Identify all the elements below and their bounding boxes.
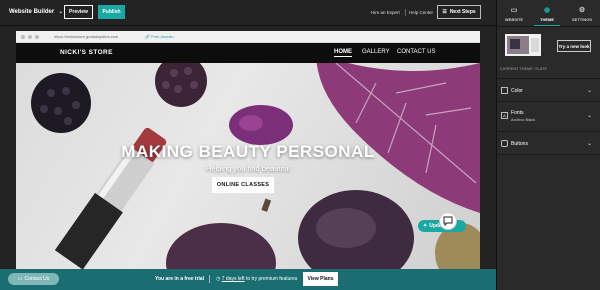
chat-icon (443, 216, 453, 226)
help-center-link[interactable]: Help Center (409, 10, 433, 15)
next-steps-button[interactable]: ☰ Next Steps (437, 5, 481, 19)
buttons-label: Buttons (511, 141, 528, 147)
free-domain-link[interactable]: 🔗 Free domain (145, 34, 174, 39)
publish-button[interactable]: Publish (98, 5, 125, 19)
builder-menu[interactable]: Website Builder ⌄ (9, 8, 63, 15)
next-steps-label: Next Steps (449, 9, 476, 15)
monitor-icon: ▭ (510, 7, 518, 14)
free-domain-label: Free domain (151, 34, 174, 39)
color-section[interactable]: Color ⌄ (496, 78, 600, 101)
hero-title: MAKING BEAUTY PERSONAL (121, 142, 375, 161)
chat-button[interactable] (439, 212, 457, 230)
hero-subtitle: Helping you find beautiful (205, 164, 291, 173)
website-builder-app: Website Builder ⌄ Preview Publish Hire an… (0, 0, 600, 290)
fonts-current-value: Archivo Black (511, 117, 536, 122)
store-name[interactable]: NICKI'S STORE (60, 49, 113, 56)
contact-us-button[interactable]: ▭ Contact Us (8, 273, 59, 285)
gear-icon: ⚙ (578, 7, 586, 14)
view-plans-button[interactable]: View Plans (303, 272, 338, 286)
sparkle-icon: ✦ (423, 223, 428, 229)
trial-status-text: You are in a free trial (155, 276, 205, 282)
color-label: Color (511, 88, 523, 94)
trial-remaining-text: ◷ 7 days left to try premium features (216, 276, 297, 282)
hero-section[interactable]: MAKING BEAUTY PERSONAL Helping you find … (16, 63, 480, 271)
tab-theme-label: THEME (540, 17, 554, 22)
divider (496, 26, 600, 27)
site-navbar: NICKI'S STORE HOME GALLERY CONTACT US (16, 43, 480, 63)
fonts-label: Fonts (511, 110, 524, 116)
hire-expert-link[interactable]: Hire an Expert (371, 10, 400, 15)
link-icon: 🔗 (145, 34, 150, 39)
nav-gallery[interactable]: GALLERY (362, 49, 390, 55)
tab-website[interactable]: ▭ WEBSITE (497, 7, 531, 22)
site-preview-frame: https://nickisstore.godaddysites.com 🔗 F… (16, 31, 480, 271)
nav-home[interactable]: HOME (334, 49, 352, 57)
chevron-down-icon: ⌄ (586, 88, 592, 94)
chevron-down-icon: ⌄ (586, 113, 592, 119)
window-dot-icon (35, 35, 39, 39)
site-url: https://nickisstore.godaddysites.com (54, 34, 119, 39)
buttons-section[interactable]: Buttons ⌄ (496, 131, 600, 155)
tab-theme[interactable]: ◉ THEME (530, 7, 564, 22)
window-dot-icon (28, 35, 32, 39)
browser-chrome: https://nickisstore.godaddysites.com 🔗 F… (16, 31, 480, 43)
builder-menu-label: Website Builder (9, 9, 55, 15)
theme-thumbnail[interactable] (505, 34, 541, 56)
chevron-down-icon: ⌄ (58, 9, 64, 15)
days-left-link[interactable]: 7 days left (222, 276, 245, 282)
current-theme-label: CURRENT THEME: SLATE (500, 67, 547, 71)
tab-settings-label: SETTINGS (571, 17, 592, 22)
divider (209, 275, 210, 283)
fonts-section[interactable]: A Fonts Archivo Black ⌄ (496, 101, 600, 131)
contact-us-label: Contact Us (24, 276, 50, 282)
active-tab-indicator (534, 25, 560, 26)
tab-settings[interactable]: ⚙ SETTINGS (565, 7, 599, 22)
try-new-look-button[interactable]: Try a new look (557, 40, 591, 52)
color-icon (501, 87, 508, 94)
preview-button[interactable]: Preview (64, 5, 93, 19)
trial-remaining-rest: to try premium features (244, 276, 298, 282)
list-icon: ☰ (442, 9, 447, 15)
font-icon: A (501, 112, 508, 119)
window-dot-icon (21, 35, 25, 39)
button-icon (501, 140, 508, 147)
palette-icon: ◉ (543, 7, 551, 14)
chevron-down-icon: ⌄ (586, 141, 592, 147)
nav-contact-us[interactable]: CONTACT US (397, 49, 435, 55)
chat-icon: ▭ (17, 276, 23, 282)
clock-icon: ◷ (216, 276, 221, 282)
online-classes-button[interactable]: ONLINE CLASSES (212, 177, 274, 193)
divider (405, 9, 406, 16)
tab-website-label: WEBSITE (504, 17, 524, 22)
